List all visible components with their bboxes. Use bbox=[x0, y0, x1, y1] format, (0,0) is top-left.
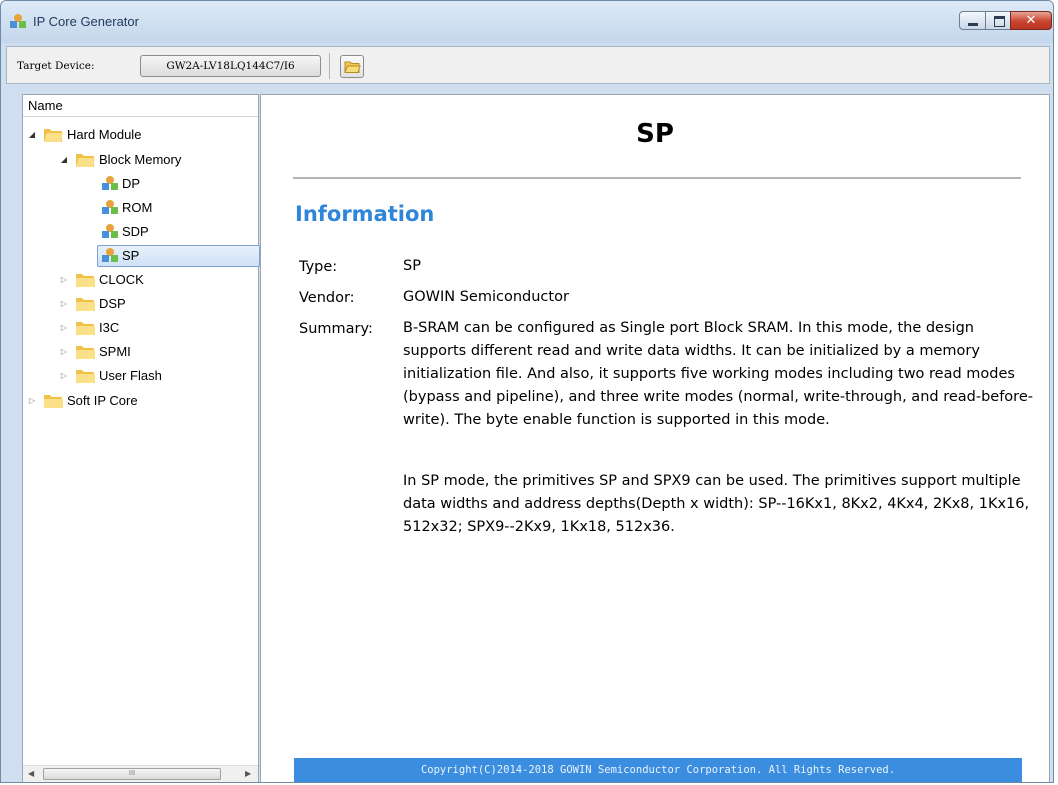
ip-core-icon bbox=[102, 200, 118, 214]
tree-item-label: I3C bbox=[99, 320, 120, 335]
tree-item-sdp[interactable]: SDP bbox=[101, 221, 251, 243]
ip-core-generator-window: IP Core Generator ✕ Target Device: GW2A-… bbox=[0, 0, 1054, 783]
folder-icon bbox=[76, 154, 95, 167]
summary-paragraph-2: In SP mode, the primitives SP and SPX9 c… bbox=[403, 473, 1030, 535]
summary-label: Summary: bbox=[299, 321, 373, 337]
scroll-left-icon[interactable]: ◀ bbox=[28, 769, 34, 778]
tree-item-label: SDP bbox=[122, 224, 149, 239]
ip-core-icon bbox=[102, 224, 118, 238]
ip-core-icon bbox=[102, 176, 118, 190]
vendor-value: GOWIN Semiconductor bbox=[403, 289, 569, 305]
tree-item-label: CLOCK bbox=[99, 272, 144, 287]
folder-icon bbox=[44, 395, 63, 408]
type-value: SP bbox=[403, 258, 421, 274]
collapsed-arrow-icon[interactable]: ▷ bbox=[27, 390, 37, 412]
ip-tree-panel: Name ◢ Hard Module ◢ Block Memory DP ROM… bbox=[22, 94, 260, 782]
minimize-button[interactable] bbox=[959, 11, 986, 30]
target-device-label: Target Device: bbox=[17, 60, 95, 72]
close-button[interactable]: ✕ bbox=[1010, 11, 1052, 30]
type-label: Type: bbox=[299, 259, 338, 275]
tree-item-sp[interactable]: SP bbox=[97, 245, 260, 267]
target-device-button[interactable]: GW2A-LV18LQ144C7/I6 bbox=[140, 55, 321, 77]
tree-item-label: DSP bbox=[99, 296, 126, 311]
app-icon bbox=[10, 14, 26, 28]
tree-item-dsp[interactable]: ▷ DSP bbox=[59, 293, 249, 315]
folder-icon bbox=[76, 274, 95, 287]
tree-item-clock[interactable]: ▷ CLOCK bbox=[59, 269, 249, 291]
scroll-right-icon[interactable]: ▶ bbox=[245, 769, 251, 778]
page-title: SP bbox=[636, 119, 674, 149]
folder-icon bbox=[76, 298, 95, 311]
tree-item-i3c[interactable]: ▷ I3C bbox=[59, 317, 249, 339]
collapsed-arrow-icon[interactable]: ▷ bbox=[59, 317, 69, 339]
title-bar[interactable]: IP Core Generator ✕ bbox=[1, 1, 1053, 43]
tree-item-dp[interactable]: DP bbox=[101, 173, 251, 195]
copyright-footer: Copyright(C)2014-2018 GOWIN Semiconducto… bbox=[294, 758, 1022, 782]
expanded-arrow-icon[interactable]: ◢ bbox=[59, 149, 69, 171]
vendor-label: Vendor: bbox=[299, 290, 355, 306]
tree-horizontal-scrollbar[interactable]: ◀ III ▶ bbox=[23, 765, 258, 782]
tree-item-label: SP bbox=[122, 248, 140, 263]
collapsed-arrow-icon[interactable]: ▷ bbox=[59, 341, 69, 363]
folder-open-icon bbox=[344, 61, 361, 73]
tree-item-label: Block Memory bbox=[99, 152, 182, 167]
toolbar-separator bbox=[329, 53, 330, 79]
folder-icon bbox=[44, 129, 63, 142]
scrollbar-thumb[interactable]: III bbox=[43, 768, 221, 780]
tree-item-hard-module[interactable]: ◢ Hard Module bbox=[27, 124, 227, 146]
tree-item-label: User Flash bbox=[99, 368, 162, 383]
collapsed-arrow-icon[interactable]: ▷ bbox=[59, 293, 69, 315]
folder-icon bbox=[76, 370, 95, 383]
section-heading: Information bbox=[295, 202, 435, 226]
title-divider bbox=[293, 177, 1021, 179]
summary-paragraph-1: B-SRAM can be configured as Single port … bbox=[403, 320, 1033, 428]
maximize-button[interactable] bbox=[985, 11, 1011, 30]
expanded-arrow-icon[interactable]: ◢ bbox=[27, 124, 37, 146]
ip-core-icon bbox=[102, 248, 118, 262]
collapsed-arrow-icon[interactable]: ▷ bbox=[59, 365, 69, 387]
tree-column-header[interactable]: Name bbox=[23, 95, 258, 117]
tree-item-block-memory[interactable]: ◢ Block Memory bbox=[59, 149, 249, 171]
maximize-icon bbox=[994, 16, 1005, 27]
tree-item-spmi[interactable]: ▷ SPMI bbox=[59, 341, 249, 363]
tree-item-user-flash[interactable]: ▷ User Flash bbox=[59, 365, 249, 387]
tree-item-label: SPMI bbox=[99, 344, 131, 359]
window-title: IP Core Generator bbox=[33, 14, 139, 29]
tree-item-label: Soft IP Core bbox=[67, 393, 138, 408]
tree-item-label: Hard Module bbox=[67, 127, 142, 142]
toolbar: Target Device: GW2A-LV18LQ144C7/I6 bbox=[6, 46, 1050, 84]
close-icon: ✕ bbox=[1025, 13, 1037, 28]
collapsed-arrow-icon[interactable]: ▷ bbox=[59, 269, 69, 291]
folder-icon bbox=[76, 322, 95, 335]
tree-item-label: ROM bbox=[122, 200, 153, 215]
tree-item-label: DP bbox=[122, 176, 141, 191]
tree-item-rom[interactable]: ROM bbox=[101, 197, 251, 219]
folder-icon bbox=[76, 346, 95, 359]
minimize-icon bbox=[968, 23, 978, 26]
ip-info-panel: SP Information Type: SP Vendor: GOWIN Se… bbox=[260, 94, 1050, 782]
scrollbar-grip: III bbox=[128, 769, 136, 777]
open-folder-button[interactable] bbox=[340, 55, 364, 78]
tree-item-soft-ip-core[interactable]: ▷ Soft IP Core bbox=[27, 390, 227, 412]
